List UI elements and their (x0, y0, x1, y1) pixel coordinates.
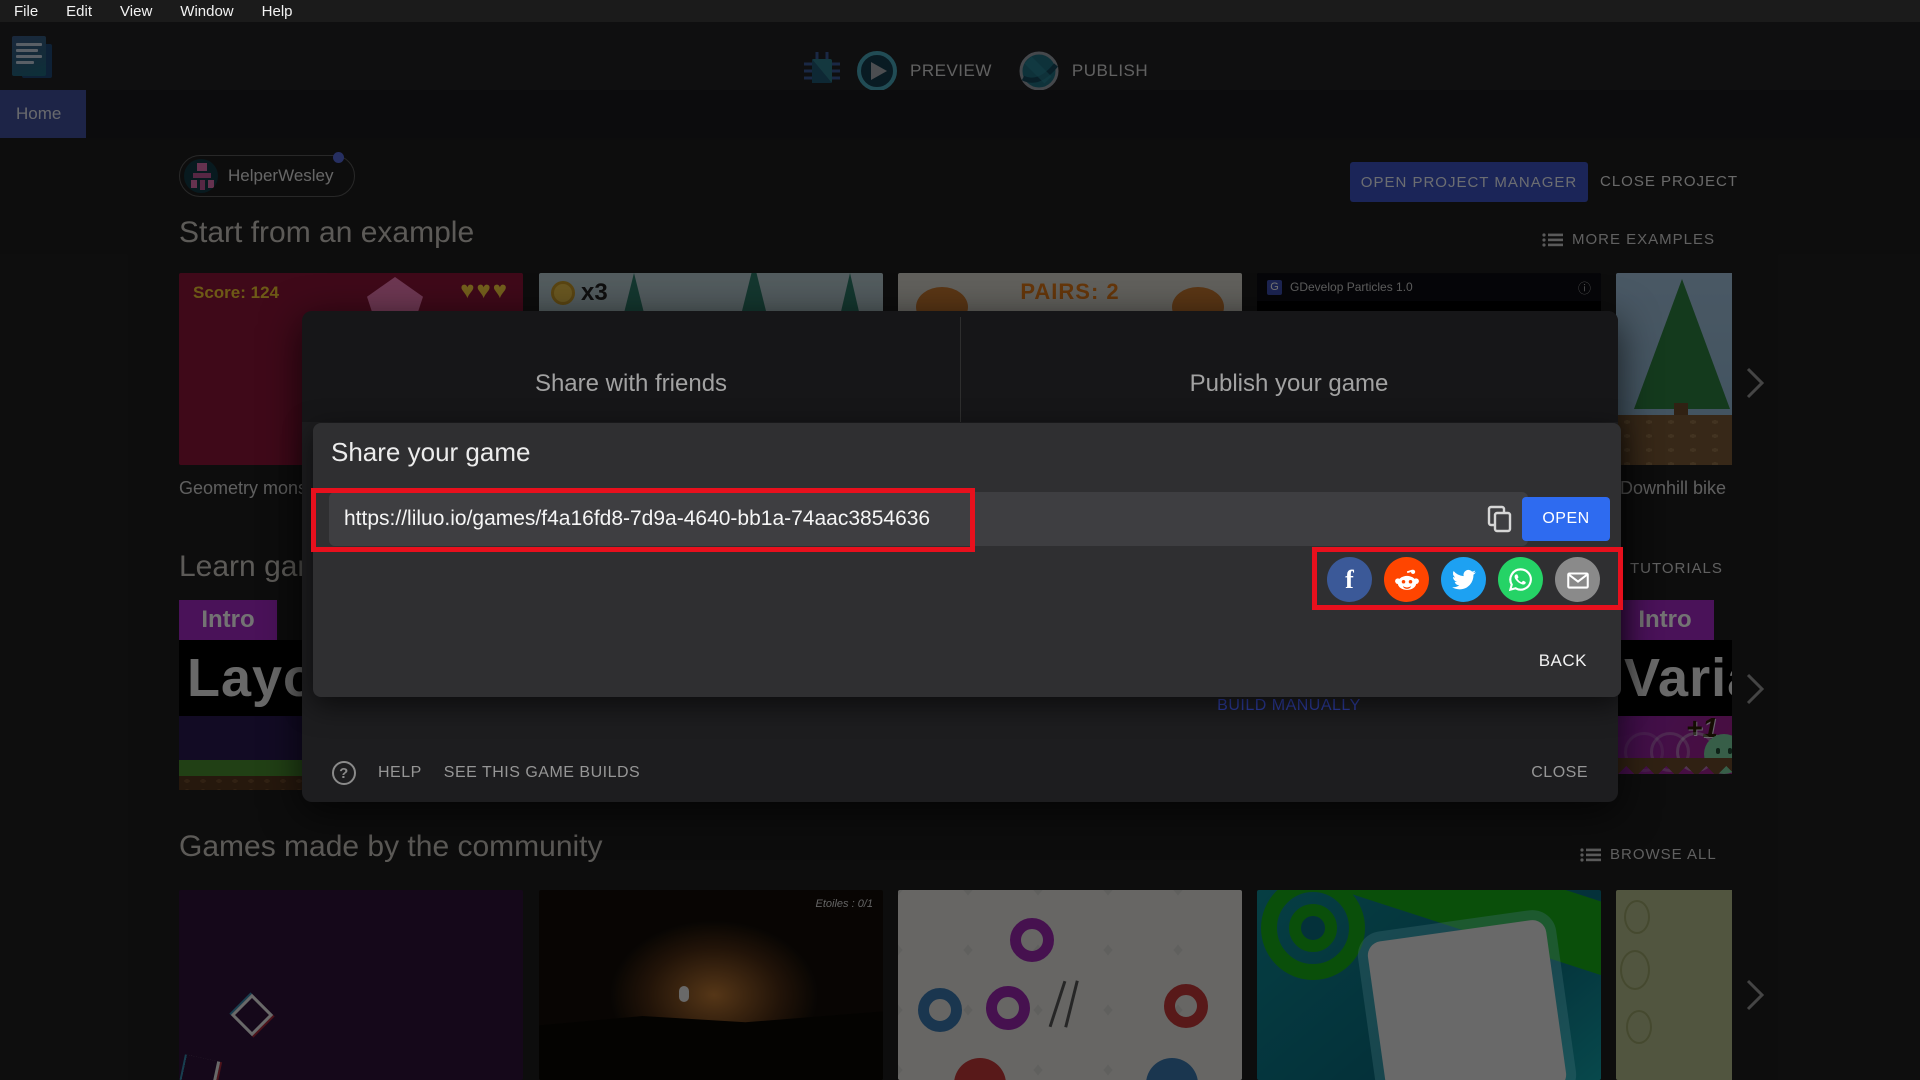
open-url-button[interactable]: OPEN (1522, 497, 1610, 541)
tab-divider (960, 317, 961, 422)
menu-view[interactable]: View (106, 3, 166, 20)
share-card-title: Share your game (331, 437, 531, 467)
menu-edit[interactable]: Edit (52, 3, 106, 20)
tab-publish-your-game[interactable]: Publish your game (960, 311, 1618, 422)
annotation-box-social (1312, 547, 1623, 610)
menu-bar: File Edit View Window Help (0, 0, 1920, 22)
copy-url-button[interactable] (1472, 492, 1528, 546)
see-builds-button[interactable]: SEE THIS GAME BUILDS (444, 764, 640, 782)
help-button[interactable]: HELP (378, 764, 422, 782)
gdevelop-window: File Edit View Window Help Share with fr… (0, 0, 1920, 1080)
menu-window[interactable]: Window (166, 3, 247, 20)
annotation-box-url (311, 488, 975, 552)
menu-help[interactable]: Help (248, 3, 307, 20)
close-dialog-button[interactable]: CLOSE (1531, 764, 1588, 782)
help-icon[interactable]: ? (332, 761, 356, 785)
build-manually-button[interactable]: BUILD MANUALLY (960, 697, 1618, 715)
tab-share-with-friends[interactable]: Share with friends (302, 311, 960, 422)
menu-file[interactable]: File (0, 3, 52, 20)
dialog-actions-row: ? HELP SEE THIS GAME BUILDS CLOSE (302, 744, 1618, 802)
copy-icon (1487, 505, 1512, 533)
back-button[interactable]: BACK (1539, 651, 1587, 671)
